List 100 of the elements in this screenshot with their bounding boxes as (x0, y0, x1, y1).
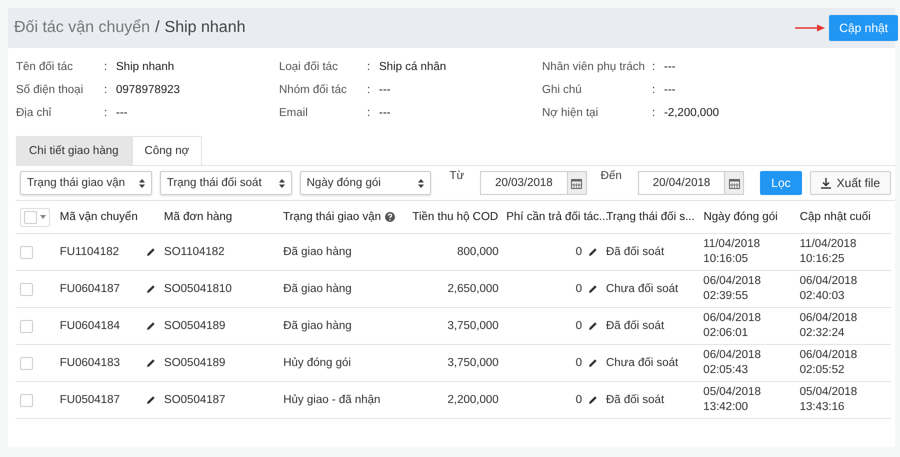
calendar-icon (571, 178, 582, 188)
pencil-icon[interactable] (588, 247, 598, 257)
table-cell: 800,000 (457, 246, 499, 258)
row-checkbox[interactable] (20, 394, 33, 406)
column-header: Tiền thu hộ COD (412, 211, 498, 223)
row-checkbox[interactable] (20, 356, 33, 370)
field-value: -2,200,000 (664, 106, 720, 120)
pencil-icon[interactable] (146, 284, 156, 294)
pencil-icon[interactable] (146, 395, 156, 405)
table-cell: 05/04/2018 13:42:00 (703, 385, 761, 415)
column-header: Mã đơn hàng (164, 211, 232, 223)
table-cell: FU1104182 (60, 246, 120, 258)
table-cell: Chưa đối soát (606, 357, 678, 369)
field-value: --- (664, 83, 676, 97)
table-cell: 0 (576, 246, 582, 258)
field-value: Ship nhanh (116, 60, 176, 74)
tab[interactable]: Chi tiết giao hàng (16, 136, 132, 165)
table-cell: 06/04/2018 02:05:43 (703, 348, 761, 378)
sort-caret-icon (278, 178, 285, 188)
sort-caret-icon (418, 178, 424, 188)
table-cell: 11/04/2018 10:16:25 (800, 237, 856, 267)
colon: : (367, 60, 372, 74)
pencil-icon[interactable] (588, 358, 598, 368)
table-cell: 0 (576, 320, 582, 332)
date-field[interactable]: 20/04/2018 (638, 171, 744, 195)
table-cell: Đã đối soát (606, 320, 664, 332)
field-value: 0978978923 (116, 83, 181, 97)
column-header: Phí cần trả đối tác... (506, 211, 609, 223)
colon: : (367, 83, 372, 97)
table-cell: SO0504187 (164, 394, 226, 406)
table-cell: Đã giao hàng (283, 283, 352, 295)
field-value: Ship cá nhân (379, 60, 448, 74)
table-cell: FU0604183 (60, 357, 120, 369)
pencil-icon[interactable] (588, 321, 598, 331)
table-cell: Chưa đối soát (606, 283, 678, 295)
breadcrumb-link[interactable]: Đối tác vận chuyển (14, 19, 150, 37)
pencil-icon[interactable] (588, 395, 598, 405)
to-label: Đến (600, 170, 622, 182)
table-cell: 06/04/2018 02:39:55 (703, 274, 761, 304)
field-label: Loại đối tác (279, 60, 339, 74)
colon: : (652, 83, 656, 97)
page-title: Ship nhanh (164, 19, 246, 37)
row-checkbox[interactable] (20, 246, 33, 258)
field-label: Nhóm đối tác (279, 83, 348, 97)
colon: : (652, 106, 656, 120)
pencil-icon[interactable] (588, 284, 598, 294)
row-checkbox[interactable] (20, 282, 33, 296)
date-field[interactable]: 20/03/2018 (480, 171, 587, 195)
field-value: --- (379, 106, 392, 120)
colon: : (104, 83, 108, 97)
pencil-icon[interactable] (146, 321, 156, 331)
table-cell: SO1104182 (164, 246, 225, 258)
colon: : (104, 106, 108, 120)
field-label: Ghi chú (542, 83, 583, 97)
column-header: Cập nhật cuối (800, 211, 871, 223)
field-label: Số điện thoại (16, 83, 84, 97)
from-label: Từ (449, 170, 464, 182)
table-cell: 3,750,000 (447, 357, 499, 369)
tab[interactable]: Công nợ (132, 136, 202, 165)
table-cell: Đã đối soát (606, 246, 664, 258)
row-checkbox[interactable] (20, 320, 33, 332)
pencil-icon[interactable] (146, 358, 156, 368)
table-cell: Hủy đóng gói (283, 357, 351, 369)
table-cell: Đã giao hàng (283, 320, 352, 332)
column-header: Trạng thái đối s... (606, 211, 695, 223)
export-button[interactable]: Xuất file (810, 171, 891, 195)
table-cell: 0 (576, 357, 582, 369)
table-cell: FU0604184 (60, 320, 120, 332)
field-value: --- (116, 106, 128, 120)
table-cell: FU0604187 (60, 283, 120, 295)
field-label: Nợ hiện tại (542, 106, 600, 120)
filter-select[interactable]: Trạng thái đối soát (160, 171, 292, 195)
pencil-icon[interactable] (146, 247, 156, 257)
caret-icon (40, 215, 46, 219)
field-label: Tên đối tác (16, 60, 74, 74)
sort-caret-icon (138, 178, 145, 188)
colon: : (104, 60, 108, 74)
table-cell: 2,200,000 (447, 394, 499, 406)
field-label: Địa chỉ (16, 106, 52, 120)
field-value: --- (664, 60, 676, 74)
download-icon (820, 178, 831, 188)
calendar-icon (728, 178, 740, 188)
help-icon (385, 212, 396, 222)
table-cell: 06/04/2018 02:40:03 (800, 274, 858, 304)
table-cell: SO0504189 (164, 320, 226, 332)
filter-select[interactable]: Trạng thái giao vận (20, 171, 152, 195)
table-cell: 0 (576, 283, 582, 295)
table-cell: 06/04/2018 02:32:24 (800, 311, 858, 341)
annotation-arrow (795, 24, 826, 32)
table-cell: Đã giao hàng (283, 246, 352, 258)
table-cell: 3,750,000 (447, 320, 499, 332)
table-cell: 05/04/2018 13:43:16 (800, 385, 858, 415)
colon: : (652, 60, 656, 74)
select-all-checkbox[interactable] (20, 208, 50, 226)
field-label: Nhân viên phụ trách (542, 60, 646, 74)
table-cell: 06/04/2018 02:05:52 (800, 348, 858, 378)
field-label: Email (279, 106, 309, 120)
field-value: --- (379, 83, 392, 97)
filter-select[interactable]: Ngày đóng gói (300, 171, 432, 195)
column-header: Trạng thái giao vận (282, 211, 382, 223)
